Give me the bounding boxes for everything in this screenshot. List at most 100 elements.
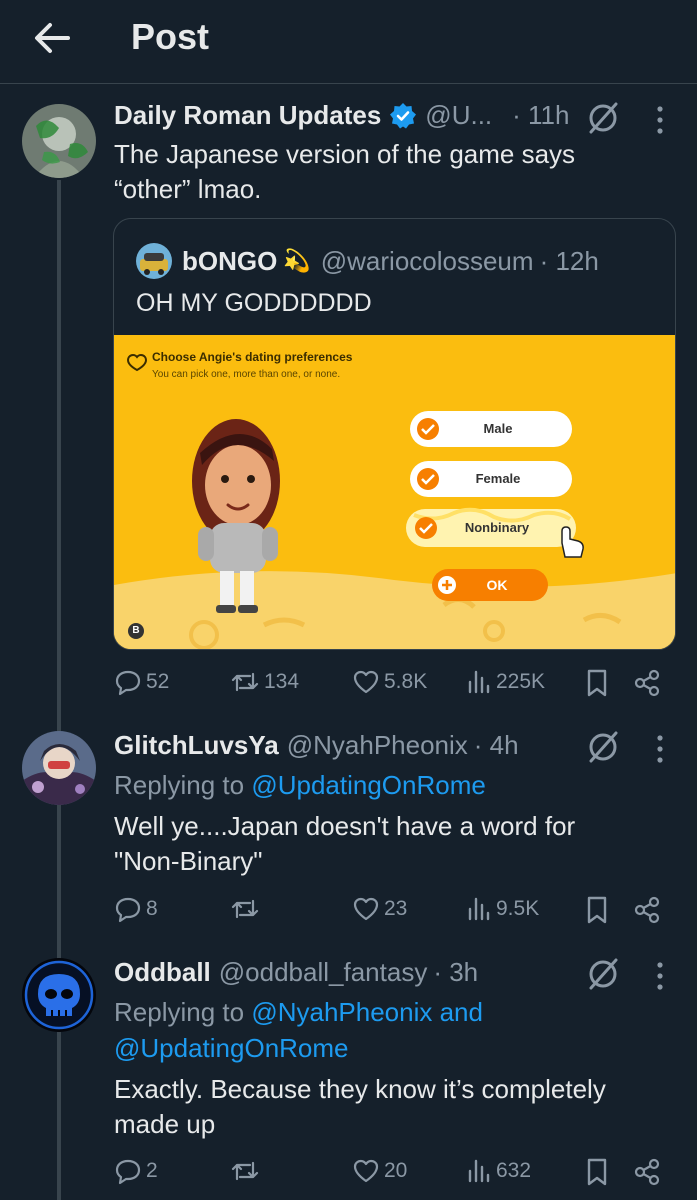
author-name[interactable]: Daily Roman Updates (114, 100, 381, 131)
ok-button[interactable]: OK (432, 569, 548, 601)
author-handle[interactable]: @oddball_fantasy (219, 957, 428, 988)
heart-icon (353, 670, 379, 694)
avatar[interactable] (22, 104, 96, 178)
mention-link[interactable]: @UpdatingOnRome (114, 1030, 483, 1066)
option-female[interactable]: Female (410, 461, 572, 497)
option-nonbinary[interactable]: Nonbinary (406, 509, 576, 547)
views-button[interactable]: 632 (466, 1157, 531, 1185)
replying-to: Replying to @NyahPheonix and @UpdatingOn… (114, 994, 483, 1066)
share-button[interactable] (632, 668, 662, 698)
reply-button[interactable]: 8 (114, 895, 158, 923)
share-icon (634, 896, 660, 924)
like-count: 20 (384, 1159, 408, 1182)
quoted-post[interactable]: bONGO 💫 @wariocolosseum · 12h OH MY GODD… (113, 218, 676, 650)
bookmark-button[interactable] (584, 895, 610, 925)
post-text: The Japanese version of the game says “o… (114, 137, 575, 207)
author-handle[interactable]: @NyahPheonix (287, 730, 468, 761)
post-header: Daily Roman Updates @U... · 11h (114, 100, 569, 131)
arrow-left-icon (35, 23, 70, 53)
author-handle[interactable]: @U... (425, 100, 492, 131)
repost-icon (231, 899, 259, 919)
quoted-author-handle: @wariocolosseum (320, 245, 534, 276)
reply-icon (115, 670, 141, 696)
post-time[interactable]: · 3h (433, 957, 478, 988)
page-title: Post (131, 16, 210, 57)
heart-icon (353, 897, 379, 921)
verified-badge-icon (390, 102, 417, 128)
thread-line (57, 180, 61, 732)
repost-icon (231, 1161, 259, 1181)
game-dialog-title: Choose Angie's dating preferences (152, 350, 353, 364)
game-screenshot[interactable]: Choose Angie's dating preferences You ca… (114, 335, 675, 649)
like-button[interactable]: 20 (352, 1157, 407, 1185)
post-time[interactable]: · 4h (474, 730, 519, 761)
author-name[interactable]: GlitchLuvsYa (114, 730, 279, 761)
share-icon (634, 669, 660, 697)
grok-icon[interactable] (585, 956, 621, 992)
views-button[interactable]: 225K (466, 668, 545, 696)
repost-count: 134 (264, 670, 300, 693)
replying-to: Replying to @UpdatingOnRome (114, 767, 486, 803)
reply-header: GlitchLuvsYa @NyahPheonix · 4h (114, 730, 519, 761)
reply-button[interactable]: 52 (114, 668, 169, 696)
grok-icon[interactable] (585, 729, 621, 765)
quoted-post-header: bONGO 💫 @wariocolosseum · 12h (136, 243, 599, 279)
post-text-line: made up (114, 1109, 216, 1139)
repost-icon (231, 672, 259, 692)
post-actions: 8 23 9.5K (114, 895, 664, 931)
grok-icon[interactable] (585, 100, 621, 136)
reply-count: 52 (146, 670, 170, 693)
author-name[interactable]: Oddball (114, 957, 211, 988)
repost-button[interactable] (230, 1157, 264, 1185)
views-count: 225K (496, 670, 546, 693)
repost-button[interactable]: 134 (230, 668, 299, 696)
option-male[interactable]: Male (410, 411, 572, 447)
reply-count: 2 (146, 1159, 158, 1182)
avatar[interactable] (22, 958, 96, 1032)
mention-link[interactable]: @NyahPheonix and (251, 997, 483, 1027)
views-count: 632 (496, 1159, 532, 1182)
like-count: 5.8K (384, 670, 428, 693)
reply-button[interactable]: 2 (114, 1157, 158, 1185)
quoted-avatar (136, 243, 172, 279)
views-icon (468, 897, 490, 921)
more-options-icon[interactable] (655, 961, 665, 991)
bookmark-icon (587, 669, 607, 697)
reply-header: Oddball @oddball_fantasy · 3h (114, 957, 478, 988)
views-count: 9.5K (496, 897, 540, 920)
post-time[interactable]: · 11h (512, 100, 569, 131)
views-button[interactable]: 9.5K (466, 895, 539, 923)
dizzy-emoji: 💫 (283, 248, 311, 273)
like-button[interactable]: 23 (352, 895, 407, 923)
like-count: 23 (384, 897, 408, 920)
game-dialog-subtitle: You can pick one, more than one, or none… (152, 369, 341, 380)
repost-button[interactable] (230, 895, 264, 923)
bookmark-button[interactable] (584, 668, 610, 698)
more-options-icon[interactable] (655, 734, 665, 764)
bookmark-icon (587, 1158, 607, 1186)
mention-link[interactable]: @UpdatingOnRome (251, 770, 486, 800)
views-icon (468, 670, 490, 694)
replying-to-prefix: Replying to (114, 997, 245, 1027)
like-button[interactable]: 5.8K (352, 668, 427, 696)
back-button[interactable] (30, 18, 74, 58)
share-button[interactable] (632, 895, 662, 925)
bookmark-button[interactable] (584, 1157, 610, 1187)
replying-to-prefix: Replying to (114, 770, 245, 800)
more-options-icon[interactable] (655, 105, 665, 135)
quoted-author-name: bONGO (182, 245, 278, 276)
top-bar: Post (0, 0, 697, 84)
reply-icon (115, 897, 141, 923)
post-text: Well ye....Japan doesn't have a word for… (114, 809, 575, 879)
post-text-line: Well ye....Japan doesn't have a word for (114, 811, 576, 841)
share-button[interactable] (632, 1157, 662, 1187)
thread-line (57, 805, 61, 961)
post-text: Exactly. Because they know it’s complete… (114, 1072, 606, 1142)
heart-icon (353, 1159, 379, 1183)
avatar[interactable] (22, 731, 96, 805)
views-icon (468, 1159, 490, 1183)
bookmark-icon (587, 896, 607, 924)
post-actions: 52 134 5.8K 225K (114, 668, 664, 704)
post-text-line: “other” lmao. (114, 174, 262, 204)
back-b-button[interactable]: B (130, 623, 142, 639)
